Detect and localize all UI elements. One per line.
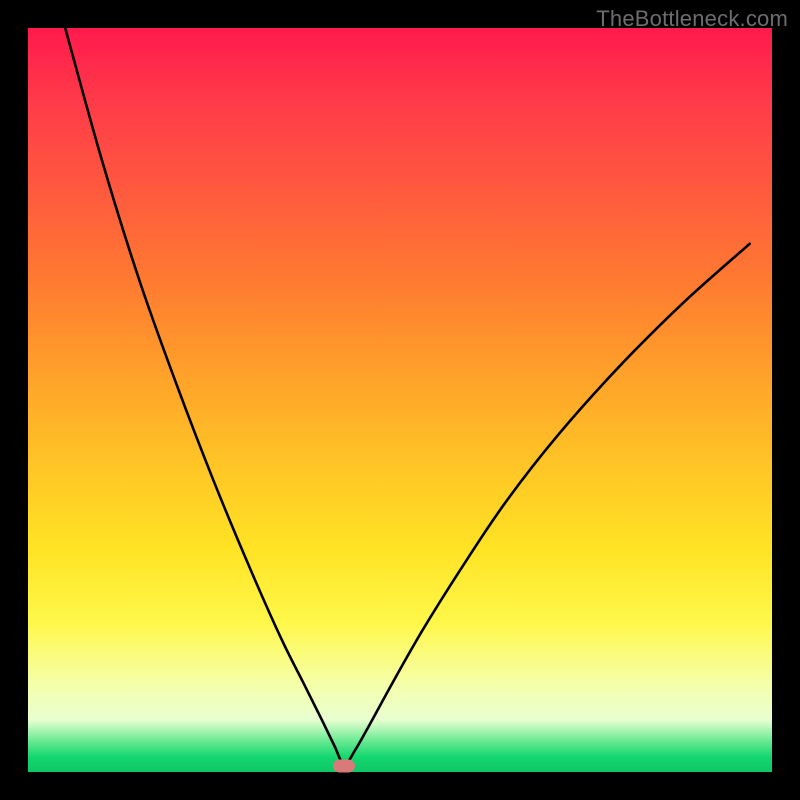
- bottleneck-curve: [28, 28, 772, 772]
- watermark-label: TheBottleneck.com: [596, 6, 788, 32]
- minimum-marker: [333, 760, 355, 773]
- chart-plot-area: [28, 28, 772, 772]
- chart-frame: TheBottleneck.com: [0, 0, 800, 800]
